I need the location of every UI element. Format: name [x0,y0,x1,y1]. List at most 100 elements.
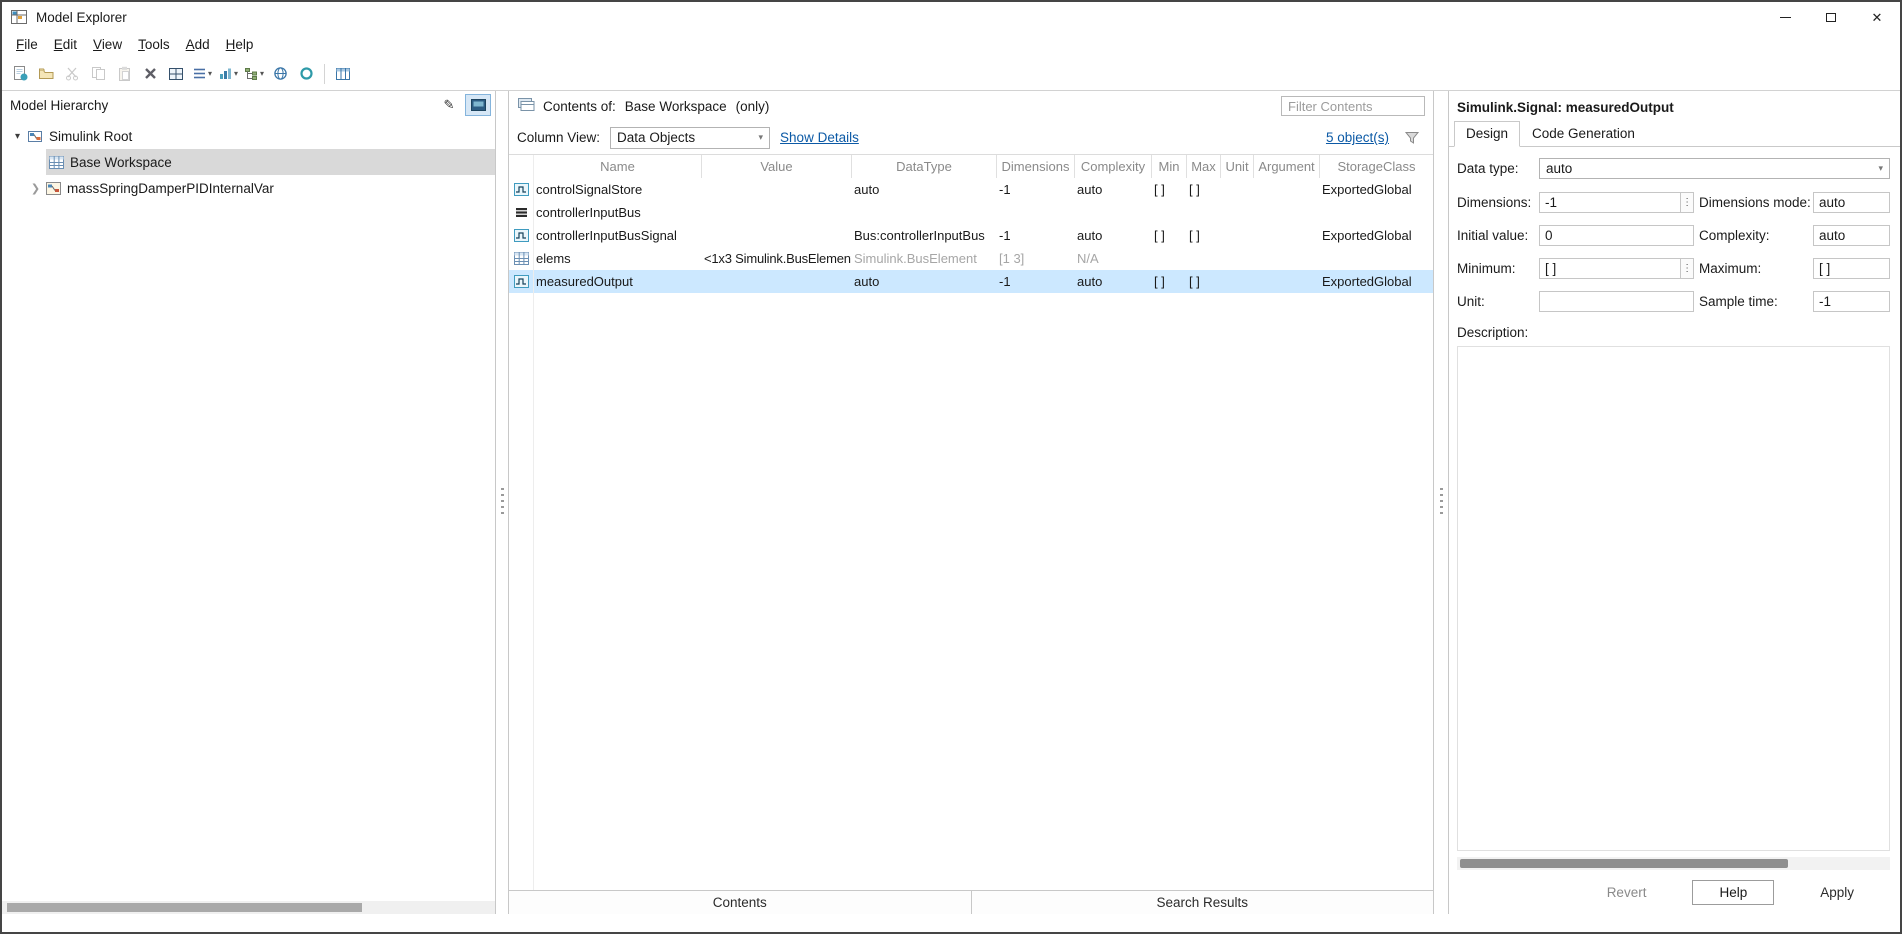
column-header-complexity[interactable]: Complexity [1074,155,1151,178]
table-row-measuredOutput-selected[interactable]: measuredOutput auto -1 auto [ ] [ ] Expo… [509,270,1433,293]
cell-complexity[interactable]: auto [1074,274,1151,289]
cell-dimensions[interactable]: [1 3] [996,251,1074,266]
cell-value[interactable]: <1x3 Simulink.BusElement> [701,251,851,266]
expander-closed-icon[interactable]: ❯ [28,182,43,195]
cell-min[interactable]: [ ] [1151,228,1186,243]
tree-view-button[interactable]: ▾ [241,61,267,87]
new-object-button[interactable] [7,61,33,87]
cell-name[interactable]: elems [533,251,701,266]
column-header-max[interactable]: Max [1186,155,1220,178]
cell-dimensions[interactable]: -1 [996,274,1074,289]
menu-view[interactable]: View [85,35,130,54]
scrollbar-thumb[interactable] [7,903,362,912]
data-type-dropdown[interactable]: auto ▾ [1539,158,1890,179]
apply-button[interactable]: Apply [1814,881,1860,904]
cell-min[interactable]: [ ] [1151,182,1186,197]
chart-view-button[interactable]: ▾ [215,61,241,87]
copy-button[interactable] [85,61,111,87]
cell-name[interactable]: controllerInputBus [533,205,701,220]
hierarchy-horizontal-scrollbar[interactable] [2,901,495,914]
delete-button[interactable] [137,61,163,87]
cell-name[interactable]: measuredOutput [533,274,701,289]
dimensions-expand-button[interactable]: ⋮ [1681,192,1694,213]
cell-complexity[interactable]: N/A [1074,251,1151,266]
tab-design[interactable]: Design [1454,121,1520,147]
cell-max[interactable]: [ ] [1186,182,1220,197]
inspector-horizontal-scrollbar[interactable] [1457,857,1890,870]
column-header-datatype[interactable]: DataType [851,155,996,178]
link-button[interactable] [267,61,293,87]
cell-datatype[interactable]: Bus:controllerInputBus [851,228,996,243]
cell-max[interactable]: [ ] [1186,274,1220,289]
initial-value-input[interactable] [1539,225,1694,246]
list-view-button[interactable]: ▾ [189,61,215,87]
maximum-input[interactable] [1813,258,1890,279]
paste-button[interactable] [111,61,137,87]
tree-item-base-workspace[interactable]: Base Workspace [2,149,495,175]
object-count-link[interactable]: 5 object(s) [1326,130,1389,145]
cell-max[interactable]: [ ] [1186,228,1220,243]
column-header-unit[interactable]: Unit [1220,155,1253,178]
dimensions-input[interactable] [1539,192,1681,213]
preview-pane-button[interactable] [465,94,491,116]
sample-time-input[interactable] [1813,291,1890,312]
cell-name[interactable]: controllerInputBusSignal [533,228,701,243]
open-button[interactable] [33,61,59,87]
dimensions-mode-input[interactable] [1813,192,1890,213]
menu-tools[interactable]: Tools [130,35,178,54]
left-splitter[interactable] [496,91,508,914]
column-header-storageclass[interactable]: StorageClass [1319,155,1433,178]
grid-view-button[interactable] [163,61,189,87]
unit-input[interactable] [1539,291,1694,312]
minimum-input[interactable] [1539,258,1681,279]
table-row-controllerInputBus[interactable]: controllerInputBus [509,201,1433,224]
menu-add[interactable]: Add [178,35,218,54]
menu-file[interactable]: File [8,35,46,54]
table-row-controlSignalStore[interactable]: controlSignalStore auto -1 auto [ ] [ ] … [509,178,1433,201]
cell-dimensions[interactable]: -1 [996,228,1074,243]
menu-help[interactable]: Help [218,35,262,54]
help-button[interactable]: Help [1692,880,1774,905]
column-view-button[interactable] [330,61,356,87]
cell-complexity[interactable]: auto [1074,228,1151,243]
cell-datatype[interactable]: Simulink.BusElement [851,251,996,266]
column-header-argument[interactable]: Argument [1253,155,1319,178]
cell-storageclass[interactable]: ExportedGlobal [1319,228,1433,243]
expander-open-icon[interactable]: ▾ [10,131,25,142]
table-row-controllerInputBusSignal[interactable]: controllerInputBusSignal Bus:controllerI… [509,224,1433,247]
filter-contents-input[interactable] [1281,96,1425,116]
column-header-value[interactable]: Value [701,155,851,178]
show-details-link[interactable]: Show Details [780,130,859,145]
complexity-input[interactable] [1813,225,1890,246]
close-button[interactable]: ✕ [1854,2,1900,32]
cell-complexity[interactable]: auto [1074,182,1151,197]
description-textarea[interactable] [1457,346,1890,851]
cell-min[interactable]: [ ] [1151,274,1186,289]
maximize-button[interactable] [1808,2,1854,32]
tab-search-results[interactable]: Search Results [971,891,1434,914]
tree-item-simulink-root[interactable]: ▾ Simulink Root [2,123,495,149]
column-view-dropdown[interactable]: Data Objects ▾ [610,127,770,149]
revert-button[interactable]: Revert [1601,881,1653,904]
scrollbar-thumb[interactable] [1460,859,1788,868]
cell-storageclass[interactable]: ExportedGlobal [1319,182,1433,197]
column-header-dimensions[interactable]: Dimensions [996,155,1074,178]
column-header-name[interactable]: Name [533,155,701,178]
right-splitter[interactable] [1434,91,1448,914]
cut-button[interactable] [59,61,85,87]
cell-storageclass[interactable]: ExportedGlobal [1319,274,1433,289]
tab-contents[interactable]: Contents [509,891,971,914]
column-header-min[interactable]: Min [1151,155,1186,178]
table-row-elems[interactable]: elems <1x3 Simulink.BusElement> Simulink… [509,247,1433,270]
selected-tree-item[interactable]: Base Workspace [46,149,495,175]
minimize-button[interactable] [1762,2,1808,32]
menu-edit[interactable]: Edit [46,35,85,54]
minimum-expand-button[interactable]: ⋮ [1681,258,1694,279]
cell-dimensions[interactable]: -1 [996,182,1074,197]
scope-button[interactable] [293,61,319,87]
filter-options-button[interactable] [1399,125,1425,151]
edit-hierarchy-button[interactable]: ✎ [436,94,462,116]
tree-item-model[interactable]: ❯ massSpringDamperPIDInternalVar [2,175,495,201]
cell-datatype[interactable]: auto [851,182,996,197]
cell-datatype[interactable]: auto [851,274,996,289]
